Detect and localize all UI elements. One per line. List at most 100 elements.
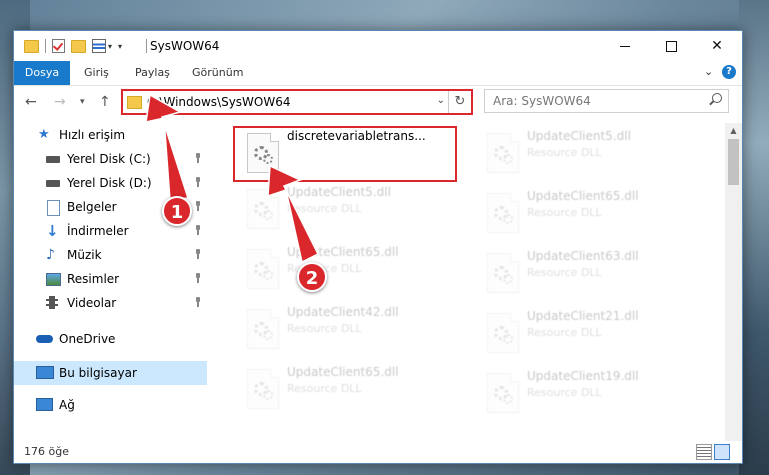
details-view-icon[interactable] xyxy=(696,444,712,460)
navigation-pane: ★ Hızlı erişim Yerel Disk (C:) Yerel Dis… xyxy=(14,123,207,433)
address-path[interactable]: C:\Windows\SysWOW64 xyxy=(147,95,291,109)
sidebar-item-network[interactable]: Ağ xyxy=(14,393,207,417)
up-arrow-icon[interactable]: ↑ xyxy=(99,94,111,110)
scroll-up-icon[interactable]: ▲ xyxy=(725,123,742,139)
file-name: UpdateClient19.dll xyxy=(527,369,639,383)
title-bar: ▾ ▾ SysWOW64 ✕ xyxy=(14,31,742,61)
scrollbar-thumb[interactable] xyxy=(728,139,739,185)
file-name: UpdateClient5.dll xyxy=(527,129,631,143)
back-arrow-icon[interactable]: ← xyxy=(25,94,37,110)
file-type: Resource DLL xyxy=(527,206,602,219)
sidebar-item-music[interactable]: ♪ Müzik xyxy=(14,243,207,267)
expand-ribbon-icon[interactable]: ⌄ xyxy=(704,65,713,78)
pin-icon[interactable] xyxy=(194,297,202,307)
list-item[interactable]: UpdateClient42.dll Resource DLL xyxy=(239,303,479,359)
properties-icon[interactable] xyxy=(92,39,106,53)
file-type: Resource DLL xyxy=(287,322,362,335)
sidebar-item-label: Yerel Disk (D:) xyxy=(67,176,152,190)
sidebar-item-quick-access[interactable]: ★ Hızlı erişim xyxy=(14,123,207,147)
search-input[interactable]: Ara: SysWOW64 xyxy=(484,89,729,113)
file-type: Resource DLL xyxy=(287,202,362,215)
dll-file-icon xyxy=(487,313,519,353)
sidebar-item-label: Belgeler xyxy=(67,200,117,214)
sidebar-item-disk-d[interactable]: Yerel Disk (D:) xyxy=(14,171,207,195)
pin-icon[interactable] xyxy=(194,225,202,235)
pin-icon[interactable] xyxy=(194,273,202,283)
list-item[interactable]: UpdateClient65.dll Resource DLL xyxy=(239,243,479,299)
sidebar-item-label: Hızlı erişim xyxy=(59,128,126,142)
dll-file-icon xyxy=(487,133,519,173)
list-item[interactable]: UpdateClient63.dll Resource DLL xyxy=(479,247,719,303)
gear-icon xyxy=(263,330,273,340)
tab-file[interactable]: Dosya xyxy=(14,61,70,85)
toolbar-separator xyxy=(45,39,46,53)
list-item[interactable]: UpdateClient5.dll Resource DLL xyxy=(479,127,719,183)
file-type: Resource DLL xyxy=(287,382,362,395)
close-button[interactable]: ✕ xyxy=(694,31,740,61)
dll-file-icon xyxy=(247,309,279,349)
cloud-icon xyxy=(36,335,53,343)
documents-icon xyxy=(47,200,60,216)
help-icon[interactable]: ? xyxy=(722,65,736,79)
sidebar-item-label: Yerel Disk (C:) xyxy=(67,152,151,166)
pin-icon[interactable] xyxy=(194,201,202,211)
sidebar-item-videos[interactable]: Videolar xyxy=(14,291,207,315)
sidebar-item-pictures[interactable]: Resimler xyxy=(14,267,207,291)
maximize-button[interactable] xyxy=(648,31,694,61)
file-type: Resource DLL xyxy=(527,146,602,159)
music-icon: ♪ xyxy=(46,247,55,263)
vertical-scrollbar[interactable]: ▲ xyxy=(725,123,742,443)
address-bar[interactable]: C:\Windows\SysWOW64 ⌄ ↻ xyxy=(121,89,473,115)
large-icons-view-icon[interactable] xyxy=(714,444,730,460)
dropdown-arrow-icon[interactable]: ▾ xyxy=(108,42,112,51)
file-name: UpdateClient21.dll xyxy=(527,309,639,323)
dll-file-icon xyxy=(487,193,519,233)
list-item[interactable]: UpdateClient21.dll Resource DLL xyxy=(479,307,719,363)
tab-share[interactable]: Paylaş xyxy=(135,61,170,85)
highlight-box xyxy=(233,126,457,182)
callout-badge-1: 1 xyxy=(162,196,192,226)
quick-access-toolbar: ▾ ▾ xyxy=(24,37,122,55)
list-item[interactable]: UpdateClient65.dll Resource DLL xyxy=(239,363,479,419)
star-icon: ★ xyxy=(38,127,50,142)
item-count: 176 öğe xyxy=(24,445,69,458)
file-name: UpdateClient63.dll xyxy=(527,249,639,263)
minimize-icon xyxy=(620,45,630,47)
search-icon[interactable] xyxy=(712,93,722,103)
customize-toolbar-icon[interactable]: ▾ xyxy=(118,42,122,51)
forward-arrow-icon[interactable]: → xyxy=(54,94,66,110)
tab-home[interactable]: Giriş xyxy=(84,61,109,85)
file-type: Resource DLL xyxy=(527,326,602,339)
ribbon-tabs: Dosya Giriş Paylaş Görünüm ⌄ ? xyxy=(14,61,742,86)
sidebar-item-label: Resimler xyxy=(67,272,120,286)
gear-icon xyxy=(263,210,273,220)
refresh-icon[interactable]: ↻ xyxy=(448,91,471,113)
navigation-bar: ← → ▾ ↑ C:\Windows\SysWOW64 ⌄ ↻ Ara: Sys… xyxy=(14,86,742,120)
pin-icon[interactable] xyxy=(194,249,202,259)
pin-icon[interactable] xyxy=(194,177,202,187)
dll-file-icon xyxy=(247,369,279,409)
gear-icon xyxy=(263,270,273,280)
tab-view[interactable]: Görünüm xyxy=(192,61,243,85)
file-type: Resource DLL xyxy=(527,266,602,279)
sidebar-item-label: Bu bilgisayar xyxy=(59,366,137,380)
list-item[interactable]: UpdateClient65.dll Resource DLL xyxy=(479,187,719,243)
dll-file-icon xyxy=(247,189,279,229)
properties-check-icon[interactable] xyxy=(52,39,65,53)
recent-locations-icon[interactable]: ▾ xyxy=(80,97,85,107)
sidebar-item-this-pc[interactable]: Bu bilgisayar xyxy=(14,361,207,385)
folder-icon[interactable] xyxy=(24,39,39,53)
sidebar-item-label: Ağ xyxy=(59,398,75,412)
list-item[interactable]: UpdateClient5.dll Resource DLL xyxy=(239,183,479,239)
pin-icon[interactable] xyxy=(194,153,202,163)
minimize-button[interactable] xyxy=(602,31,648,61)
maximize-icon xyxy=(665,40,677,52)
list-item[interactable]: UpdateClient19.dll Resource DLL xyxy=(479,367,719,423)
gear-icon xyxy=(503,334,513,344)
drive-icon xyxy=(46,156,60,163)
sidebar-item-label: İndirmeler xyxy=(67,224,129,238)
address-dropdown-icon[interactable]: ⌄ xyxy=(437,95,445,106)
new-folder-icon[interactable] xyxy=(71,39,86,53)
sidebar-item-disk-c[interactable]: Yerel Disk (C:) xyxy=(14,147,207,171)
sidebar-item-onedrive[interactable]: OneDrive xyxy=(14,327,207,351)
